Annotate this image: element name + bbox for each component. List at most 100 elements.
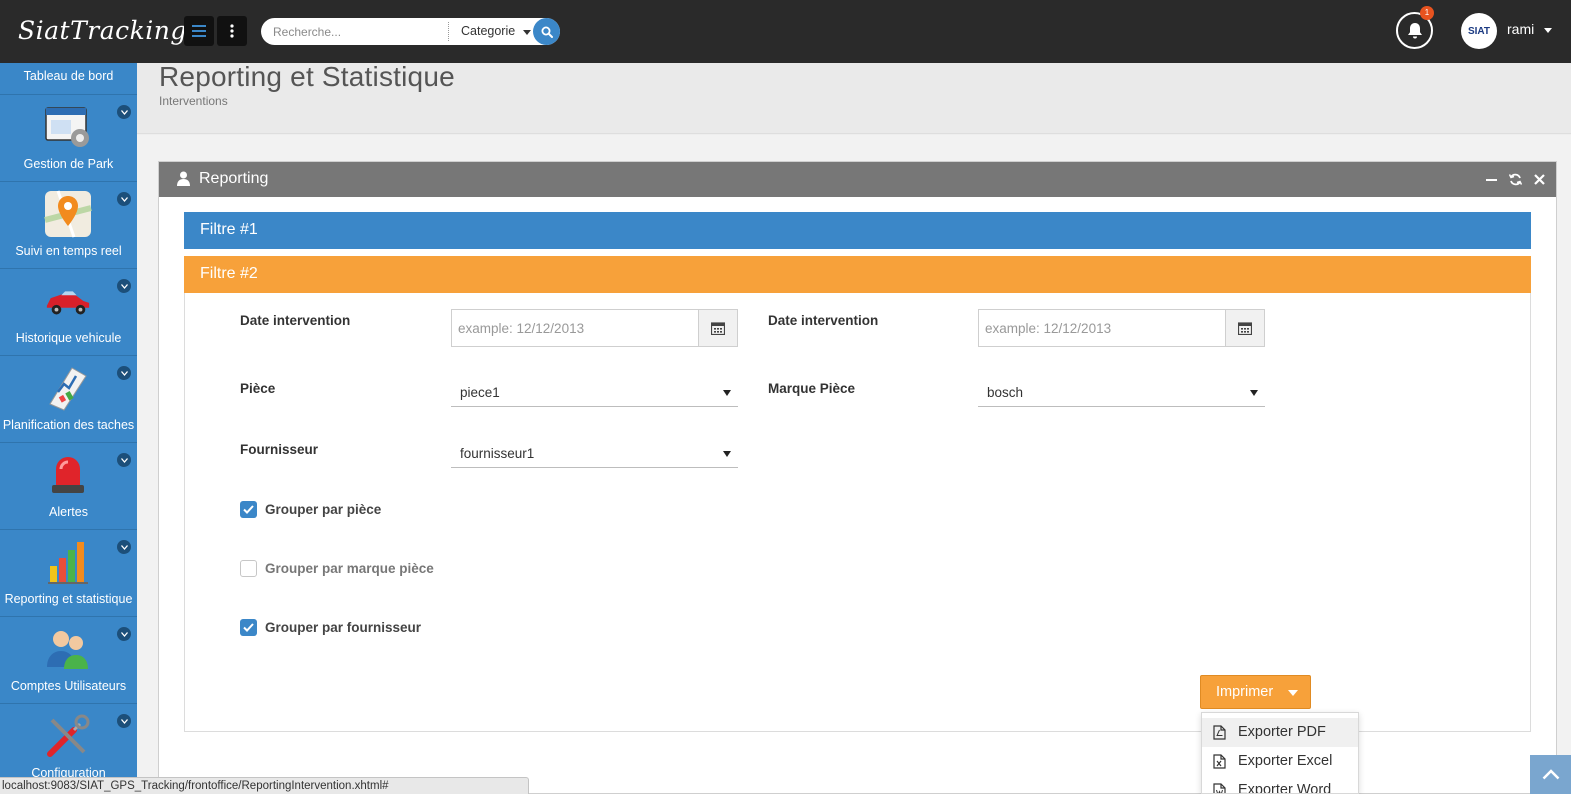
close-icon [1533, 173, 1545, 185]
date-intervention-label-2: Date intervention [768, 313, 879, 328]
chevron-down-icon[interactable] [117, 453, 131, 467]
more-options-button[interactable] [217, 16, 247, 46]
top-navbar: SiatTracking Categorie 1 SIAT rami [0, 0, 1571, 63]
user-menu-name[interactable]: rami [1507, 21, 1534, 37]
sidebar-item-label: Suivi en temps reel [15, 244, 122, 258]
group-fournisseur-label[interactable]: Grouper par fournisseur [265, 620, 421, 635]
check-icon [243, 505, 254, 514]
browser-status-url: localhost:9083/SIAT_GPS_Tracking/frontof… [0, 777, 529, 794]
bar-chart-icon [44, 538, 92, 586]
caret-down-icon [1288, 690, 1298, 696]
map-pin-icon [44, 190, 92, 238]
marque-select-value: bosch [987, 385, 1024, 400]
page-title: Reporting et Statistique [159, 61, 455, 92]
refresh-icon [1508, 173, 1522, 185]
scroll-to-top-button[interactable] [1530, 755, 1571, 794]
search-icon [541, 26, 553, 38]
app-logo[interactable]: SiatTracking [18, 16, 187, 45]
sidebar-item-label: Reporting et statistique [4, 592, 133, 606]
piece-label: Pièce [240, 381, 276, 396]
page-subtitle: Interventions [159, 94, 228, 108]
export-word-item[interactable]: Exporter Word [1202, 776, 1358, 794]
sidebar-item-label: Tableau de bord [23, 69, 114, 83]
export-excel-item[interactable]: Exporter Excel [1202, 747, 1358, 776]
search-button[interactable] [533, 18, 560, 45]
print-button-label: Imprimer [1216, 684, 1274, 700]
user-icon [177, 171, 190, 186]
group-piece-checkbox[interactable] [240, 501, 257, 518]
caret-down-icon [1250, 390, 1258, 396]
minus-icon [1485, 178, 1497, 181]
caret-down-icon [723, 390, 731, 396]
notification-badge: 1 [1420, 6, 1434, 20]
calendar-icon [711, 322, 725, 335]
fournisseur-select[interactable]: fournisseur1 [451, 438, 738, 468]
date-end-input[interactable] [985, 319, 1215, 337]
calendar-button[interactable] [1225, 310, 1264, 346]
sidebar-item-realtime[interactable]: Suivi en temps reel [0, 182, 137, 269]
fournisseur-select-value: fournisseur1 [460, 446, 535, 461]
sidebar-item-label: Gestion de Park [23, 157, 114, 171]
siren-icon [44, 451, 92, 499]
search-separator [448, 22, 449, 41]
caret-down-icon[interactable] [1544, 28, 1552, 33]
search-bar: Categorie [261, 18, 560, 45]
sidebar-item-park[interactable]: Gestion de Park [0, 95, 137, 182]
chevron-down-icon[interactable] [117, 192, 131, 206]
avatar-text: SIAT [1467, 25, 1491, 37]
accordion-filter-2[interactable]: Filtre #2 [184, 256, 1531, 293]
menu-toggle-button[interactable] [184, 16, 214, 46]
accordion-title: Filtre #1 [200, 221, 258, 238]
group-piece-label[interactable]: Grouper par pièce [265, 502, 381, 517]
sidebar-item-alerts[interactable]: Alertes [0, 443, 137, 530]
export-excel-label: Exporter Excel [1238, 753, 1333, 769]
search-category-select[interactable]: Categorie [461, 24, 515, 38]
panel-header: Reporting [159, 162, 1556, 197]
date-start-input[interactable] [458, 319, 688, 337]
chevron-down-icon[interactable] [117, 627, 131, 641]
chevron-down-icon[interactable] [117, 279, 131, 293]
accordion-filter-1[interactable]: Filtre #1 [184, 212, 1531, 249]
chevron-down-icon[interactable] [117, 714, 131, 728]
group-marque-checkbox[interactable] [240, 560, 257, 577]
hamburger-icon [192, 25, 206, 37]
file-pdf-icon [1213, 725, 1226, 740]
bell-icon [1407, 22, 1422, 38]
file-excel-icon [1213, 754, 1226, 769]
sidebar-item-planning[interactable]: Planification des taches [0, 356, 137, 443]
park-management-icon [44, 103, 92, 151]
piece-select[interactable]: piece1 [451, 377, 738, 407]
fournisseur-label: Fournisseur [240, 442, 319, 457]
marque-piece-select[interactable]: bosch [978, 377, 1265, 407]
chevron-down-icon[interactable] [117, 540, 131, 554]
sidebar-item-reporting[interactable]: Reporting et statistique [0, 530, 137, 617]
export-pdf-item[interactable]: Exporter PDF [1202, 718, 1358, 747]
users-icon [44, 625, 92, 673]
date-intervention-start-field [451, 309, 738, 347]
minimize-button[interactable] [1483, 171, 1499, 187]
car-icon [44, 277, 92, 325]
group-fournisseur-checkbox[interactable] [240, 619, 257, 636]
sidebar-item-label: Planification des taches [2, 418, 135, 432]
export-word-label: Exporter Word [1238, 782, 1332, 794]
sidebar-item-label: Historique vehicule [15, 331, 122, 345]
check-icon [243, 623, 254, 632]
piece-select-value: piece1 [460, 385, 500, 400]
search-input[interactable] [273, 23, 445, 40]
export-pdf-label: Exporter PDF [1238, 724, 1326, 740]
avatar[interactable]: SIAT [1461, 13, 1497, 49]
sidebar-item-dashboard[interactable]: Tableau de bord [0, 63, 137, 95]
tools-icon [44, 712, 92, 760]
calendar-button[interactable] [698, 310, 737, 346]
sidebar-item-vehicle-history[interactable]: Historique vehicule [0, 269, 137, 356]
sidebar: Tableau de bord Gestion de Park Suivi en… [0, 63, 137, 794]
print-button[interactable]: Imprimer [1200, 675, 1311, 709]
caret-down-icon [523, 30, 531, 35]
chevron-down-icon[interactable] [117, 366, 131, 380]
chevron-down-icon[interactable] [117, 105, 131, 119]
date-intervention-label: Date intervention [240, 313, 351, 328]
sidebar-item-user-accounts[interactable]: Comptes Utilisateurs [0, 617, 137, 704]
close-button[interactable] [1531, 171, 1547, 187]
refresh-button[interactable] [1507, 171, 1523, 187]
group-marque-label[interactable]: Grouper par marque pièce [265, 561, 434, 576]
